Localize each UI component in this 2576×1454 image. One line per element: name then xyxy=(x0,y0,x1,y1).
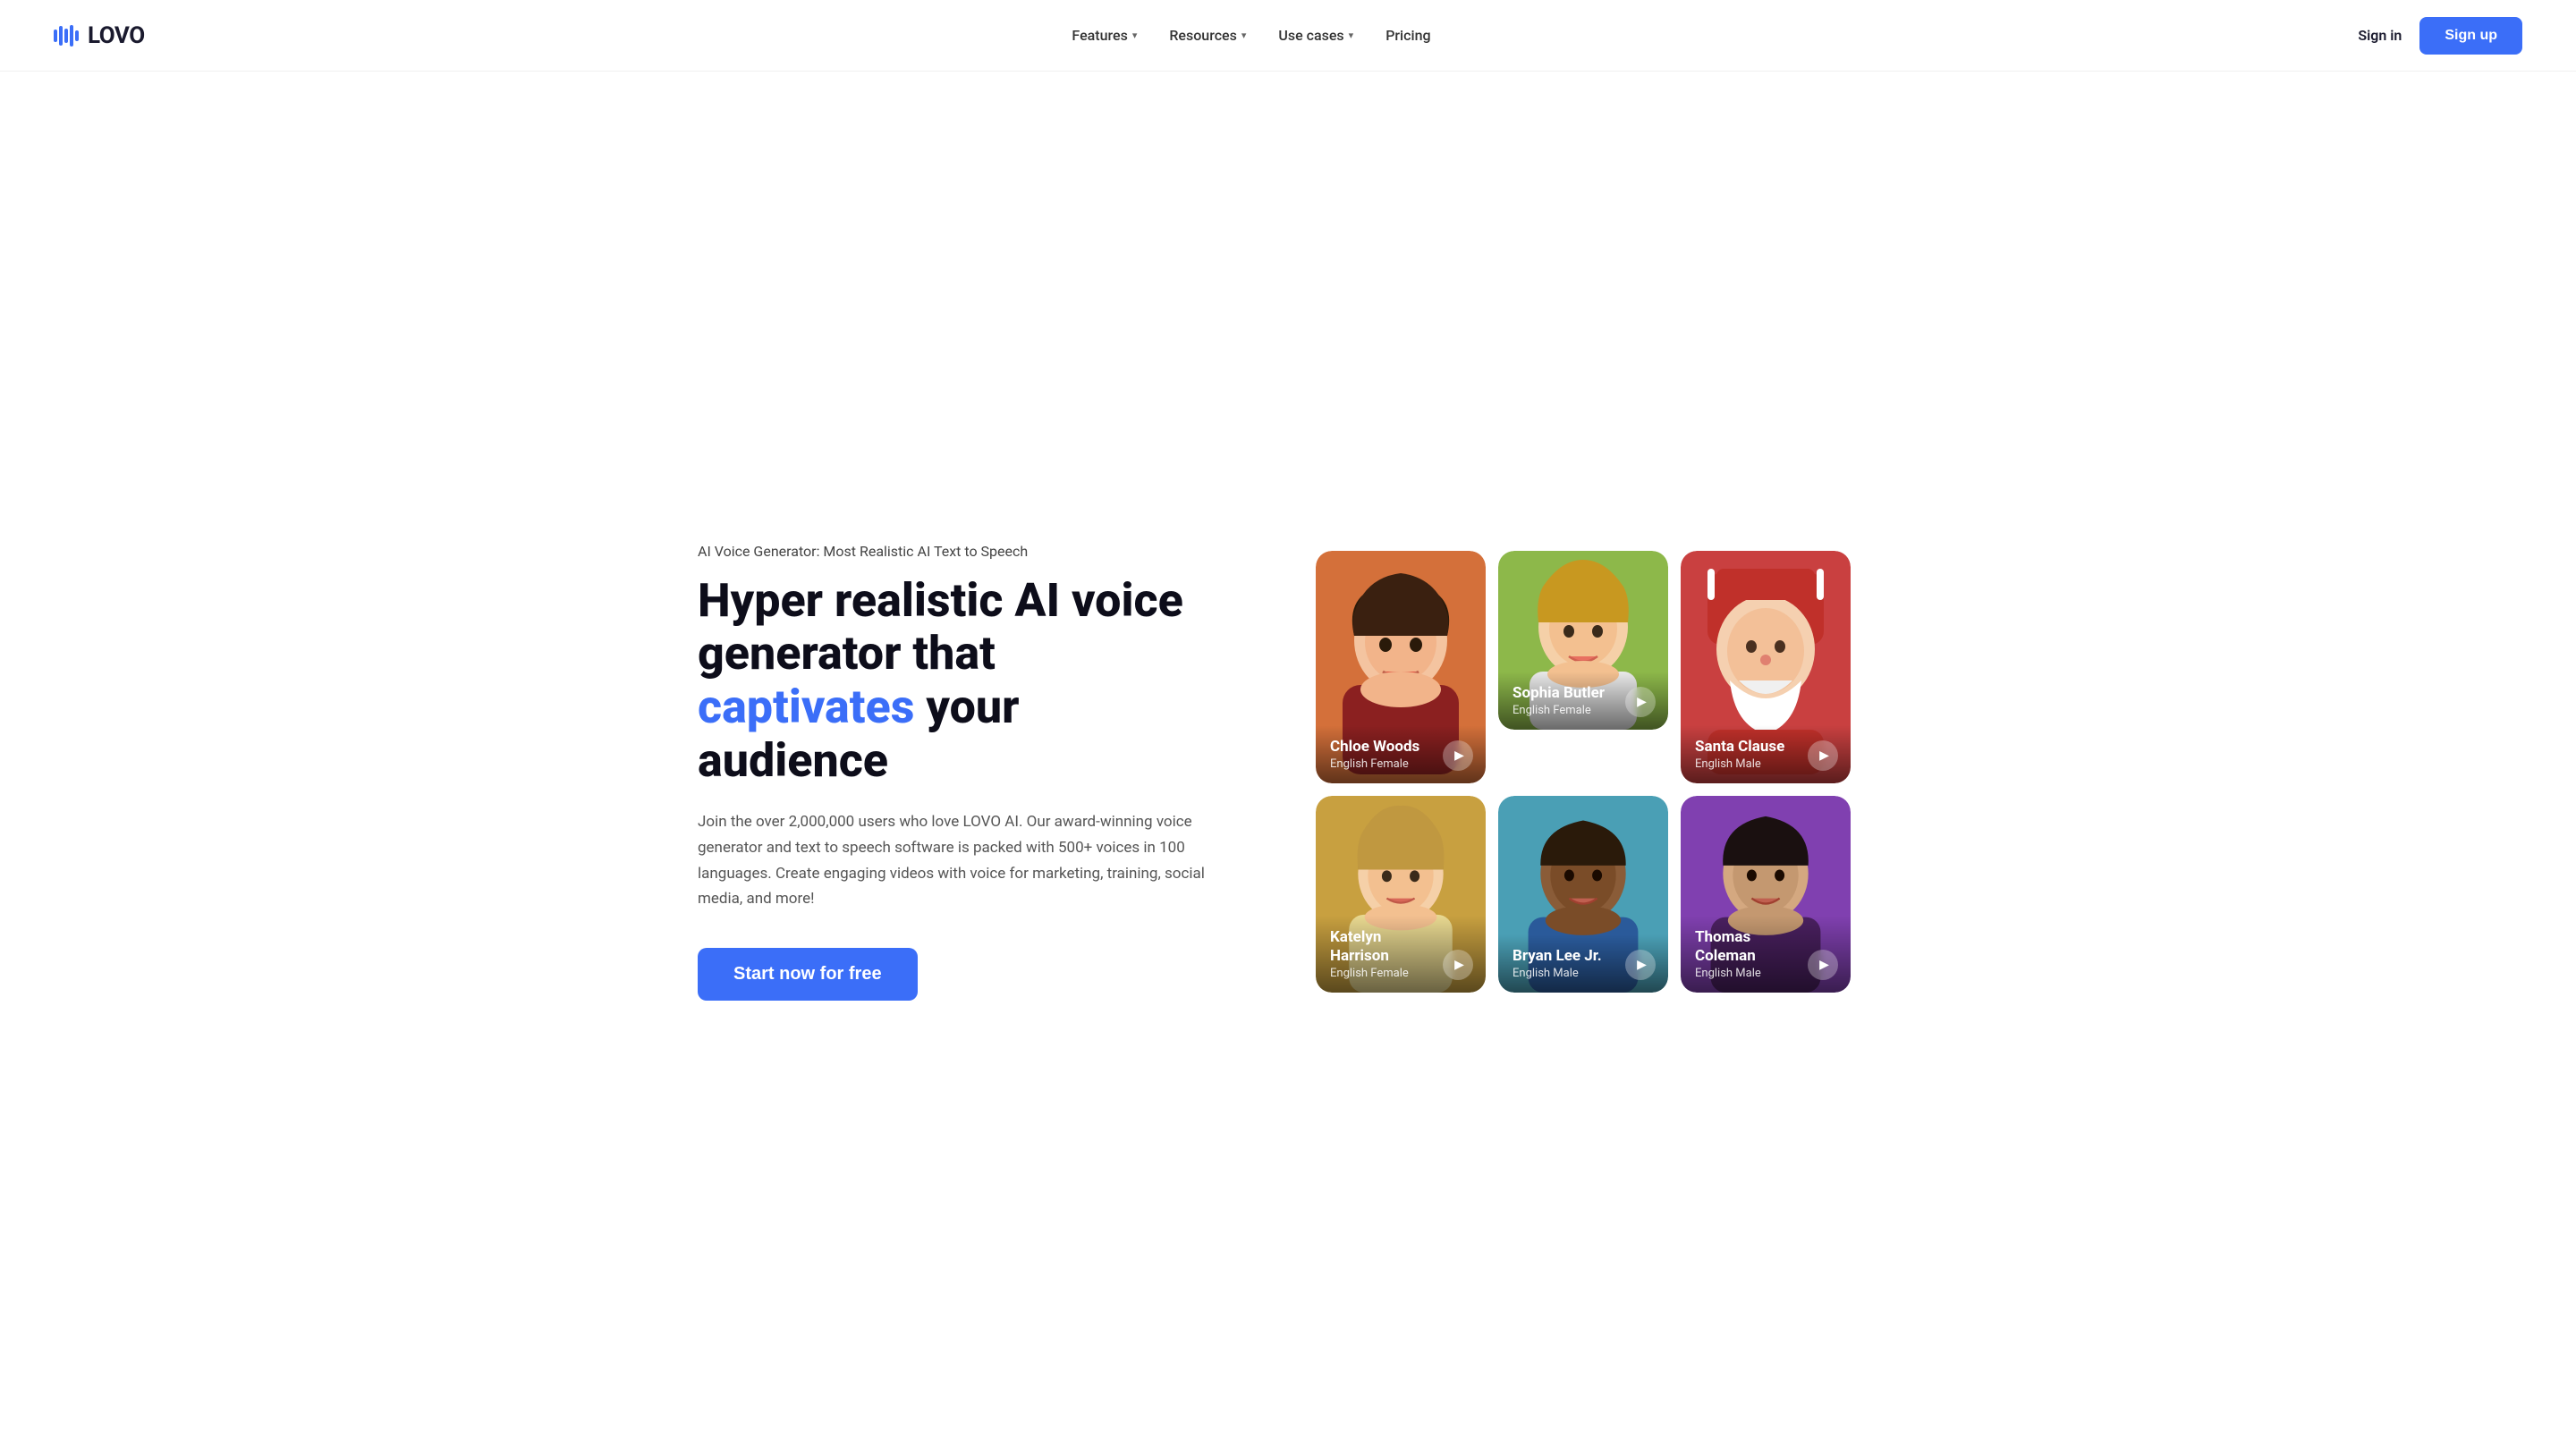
logo-text: LOVO xyxy=(88,22,145,49)
chevron-down-icon: ▾ xyxy=(1241,30,1247,41)
signin-button[interactable]: Sign in xyxy=(2358,27,2402,44)
hero-subtitle: AI Voice Generator: Most Realistic AI Te… xyxy=(698,543,1216,560)
cta-button[interactable]: Start now for free xyxy=(698,948,918,1001)
voice-lang: English Female xyxy=(1513,704,1605,717)
signup-button[interactable]: Sign up xyxy=(2419,17,2522,55)
voice-card[interactable]: Katelyn Harrison English Female ▶ xyxy=(1316,796,1486,993)
hero-title-part1: Hyper realistic AI voice generator that xyxy=(698,573,1183,681)
play-icon: ▶ xyxy=(1819,958,1829,972)
play-icon: ▶ xyxy=(1454,958,1464,972)
voice-card[interactable]: Bryan Lee Jr. English Male ▶ xyxy=(1498,796,1668,993)
play-button[interactable]: ▶ xyxy=(1443,950,1473,980)
nav-features[interactable]: Features ▾ xyxy=(1072,27,1137,44)
play-icon: ▶ xyxy=(1637,958,1647,972)
chevron-down-icon: ▾ xyxy=(1132,30,1138,41)
play-icon: ▶ xyxy=(1819,748,1829,763)
play-button[interactable]: ▶ xyxy=(1808,950,1838,980)
hero-left: AI Voice Generator: Most Realistic AI Te… xyxy=(698,543,1216,1002)
play-icon: ▶ xyxy=(1454,748,1464,763)
voice-lang: English Female xyxy=(1330,757,1419,771)
hero-title-accent: captivates xyxy=(698,680,914,734)
voice-card[interactable]: Sophia Butler English Female ▶ xyxy=(1498,551,1668,730)
voice-name: Chloe Woods xyxy=(1330,738,1419,756)
voice-name: Bryan Lee Jr. xyxy=(1513,947,1602,965)
voice-name: Sophia Butler xyxy=(1513,684,1605,702)
voice-lang: English Male xyxy=(1695,757,1784,771)
logo-icon xyxy=(54,25,79,46)
nav-links: Features ▾ Resources ▾ Use cases ▾ Prici… xyxy=(1072,27,1430,44)
navbar: LOVO Features ▾ Resources ▾ Use cases ▾ … xyxy=(0,0,2576,72)
voice-card[interactable]: Santa Clause English Male ▶ xyxy=(1681,551,1851,783)
voice-lang: English Male xyxy=(1513,967,1602,980)
hero-description: Join the over 2,000,000 users who love L… xyxy=(698,809,1216,913)
voice-name: Santa Clause xyxy=(1695,738,1784,756)
chevron-down-icon: ▾ xyxy=(1349,30,1354,41)
logo[interactable]: LOVO xyxy=(54,22,145,49)
play-button[interactable]: ▶ xyxy=(1808,740,1838,771)
voice-lang: English Female xyxy=(1330,967,1443,980)
hero-right: Chloe Woods English Female ▶ Sophia xyxy=(1288,551,1878,993)
nav-pricing[interactable]: Pricing xyxy=(1385,27,1430,44)
play-button[interactable]: ▶ xyxy=(1625,687,1656,717)
hero-title: Hyper realistic AI voice generator that … xyxy=(698,574,1216,788)
voice-card[interactable]: Thomas Coleman English Male ▶ xyxy=(1681,796,1851,993)
nav-usecases[interactable]: Use cases ▾ xyxy=(1278,27,1353,44)
voice-name: Katelyn Harrison xyxy=(1330,928,1443,965)
voice-lang: English Male xyxy=(1695,967,1808,980)
nav-actions: Sign in Sign up xyxy=(2358,17,2522,55)
play-button[interactable]: ▶ xyxy=(1443,740,1473,771)
nav-resources[interactable]: Resources ▾ xyxy=(1169,27,1246,44)
voice-card[interactable]: Chloe Woods English Female ▶ xyxy=(1316,551,1486,783)
hero-section: AI Voice Generator: Most Realistic AI Te… xyxy=(644,72,1932,1454)
play-icon: ▶ xyxy=(1637,695,1647,709)
voice-name: Thomas Coleman xyxy=(1695,928,1808,965)
play-button[interactable]: ▶ xyxy=(1625,950,1656,980)
voice-grid: Chloe Woods English Female ▶ Sophia xyxy=(1316,551,1851,993)
